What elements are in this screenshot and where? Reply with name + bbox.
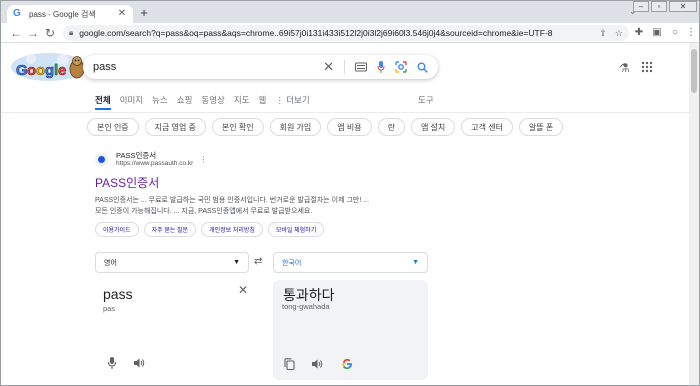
tab-shopping[interactable]: 쇼핑 <box>177 94 193 106</box>
browser-window: G pass - Google 검색 ✕ + ⌄ – ▫ ✕ ← → ↻ 🔒︎ … <box>0 0 700 386</box>
translation-result-panel: 통과하다 tong-gwahada <box>273 280 428 380</box>
chip-ran[interactable]: 란 <box>377 118 405 136</box>
result-site-header[interactable]: PASS인증서 https://www.passauth.co.kr ⋮ <box>95 151 435 168</box>
clear-source-icon[interactable]: ✕ <box>238 284 248 296</box>
back-arrow-icon[interactable]: ← <box>9 26 23 40</box>
chip-identity-check[interactable]: 본인 확인 <box>211 118 264 136</box>
chip-app-cost[interactable]: 앱 비용 <box>327 118 372 136</box>
google-translate-g-icon[interactable] <box>341 358 353 370</box>
sitelink-mobile-trial[interactable]: 모바일 체험하기 <box>267 222 325 237</box>
google-favicon-icon: G <box>13 8 21 19</box>
source-language-dropdown-icon: ▼ <box>233 259 240 266</box>
google-doodle-logo[interactable]: G o o g l e <box>9 51 89 83</box>
result-site-url: https://www.passauth.co.kr <box>116 160 194 167</box>
address-url[interactable]: google.com/search?q=pass&oq=pass&aqs=chr… <box>79 28 591 38</box>
header-divider <box>1 112 689 113</box>
sitelink-privacy-policy[interactable]: 개인정보 처리방침 <box>201 222 263 237</box>
lens-camera-icon[interactable] <box>395 61 407 73</box>
tab-title: pass - Google 검색 <box>29 9 96 19</box>
profile-icon[interactable]: ○ <box>669 27 681 39</box>
source-text-panel[interactable]: pass pas ✕ <box>95 280 260 380</box>
tab-images[interactable]: 이미지 <box>120 94 143 106</box>
result-site-name: PASS인증서 <box>116 151 157 160</box>
forward-arrow-icon[interactable]: → <box>26 26 40 40</box>
chip-identity-verification[interactable]: 본인 인증 <box>87 118 139 136</box>
tab-all[interactable]: 전체 <box>95 94 111 110</box>
svg-text:o: o <box>27 62 36 79</box>
source-language-label: 영어 <box>104 259 117 267</box>
address-bar[interactable]: 🔒︎ google.com/search?q=pass&oq=pass&aqs=… <box>63 25 629 41</box>
tab-more[interactable]: ⋮ 더보기 <box>275 94 309 106</box>
chip-sign-up[interactable]: 회원 가입 <box>269 118 322 136</box>
listen-source-speaker-icon[interactable] <box>133 357 145 369</box>
sitelink-usage-guide[interactable]: 이용가이드 <box>95 222 139 237</box>
result-title-link[interactable]: PASS인증서 <box>95 174 435 191</box>
new-tab-button[interactable]: + <box>137 6 151 20</box>
chip-open-now[interactable]: 지금 영업 중 <box>144 118 206 136</box>
site-favicon-icon <box>95 153 108 166</box>
search-labs-flask-icon[interactable]: ⚗ <box>619 61 630 75</box>
lock-icon[interactable]: 🔒︎ <box>69 28 73 38</box>
share-icon[interactable]: ⇪ <box>599 28 607 39</box>
svg-text:g: g <box>45 62 54 79</box>
swap-languages-icon[interactable]: ⇄ <box>254 257 262 267</box>
svg-text:G: G <box>16 62 28 79</box>
chip-budget-phone[interactable]: 알뜰 폰 <box>518 118 564 136</box>
tab-videos[interactable]: 동영상 <box>201 94 224 106</box>
microphone-icon[interactable] <box>107 357 117 369</box>
extensions-icon[interactable]: ✚ <box>633 27 645 39</box>
tab-maps[interactable]: 지도 <box>234 94 250 106</box>
google-apps-grid-icon[interactable] <box>641 61 653 73</box>
source-text[interactable]: pass <box>103 286 133 302</box>
source-pronunciation: pas <box>103 304 116 313</box>
result-more-options-icon[interactable]: ⋮ <box>199 155 207 164</box>
svg-text:o: o <box>36 62 45 79</box>
close-window-button[interactable]: ✕ <box>669 1 697 12</box>
search-icon[interactable] <box>417 62 428 73</box>
sitelink-faq[interactable]: 자주 묻는 질문 <box>143 222 197 237</box>
tools-button[interactable]: 도구 <box>418 94 434 106</box>
result-snippet-line-1: PASS인증서는 ... 무료로 발급하는 국민 범용 인증서입니다. 번거로운… <box>95 197 370 204</box>
source-language-select[interactable]: 영어 ▼ <box>95 252 249 273</box>
target-language-select[interactable]: 한국어 ▼ <box>273 252 428 273</box>
search-query[interactable]: pass <box>93 61 313 73</box>
close-tab-icon[interactable]: ✕ <box>117 9 127 19</box>
reload-icon[interactable]: ↻ <box>43 26 57 40</box>
translated-romanization: tong-gwahada <box>282 302 330 311</box>
browser-toolbar: ← → ↻ 🔒︎ google.com/search?q=pass&oq=pas… <box>1 23 699 43</box>
page-scrollbar[interactable] <box>689 43 699 385</box>
keyboard-icon[interactable] <box>355 62 367 72</box>
target-language-dropdown-icon: ▼ <box>412 259 419 266</box>
maximize-button[interactable]: ▫ <box>651 1 667 12</box>
svg-text:e: e <box>58 62 66 79</box>
tab-strip: G pass - Google 검색 ✕ + ⌄ – ▫ ✕ <box>1 1 699 23</box>
search-result: PASS인증서 https://www.passauth.co.kr ⋮ PAS… <box>95 151 435 237</box>
result-snippet-line-2: 모든 인증이 가능해집니다. ... 지금, PASS인증앱에서 무료로 발급받… <box>95 208 313 215</box>
browser-menu-icon[interactable]: ⋮ <box>685 27 697 39</box>
refinement-chips: 본인 인증 지금 영업 중 본인 확인 회원 가입 앱 비용 란 앱 설치 고객… <box>87 118 569 136</box>
bookmark-star-icon[interactable]: ☆ <box>615 28 623 39</box>
target-language-label: 한국어 <box>282 259 302 267</box>
result-sitelinks: 이용가이드 자주 묻는 질문 개인정보 처리방침 모바일 체험하기 <box>95 222 435 237</box>
chip-customer-center[interactable]: 고객 센터 <box>461 118 513 136</box>
search-tabs: 전체 이미지 뉴스 쇼핑 동영상 지도 웹 ⋮ 더보기 <box>95 94 319 110</box>
browser-tab[interactable]: G pass - Google 검색 ✕ <box>7 5 133 23</box>
side-panel-icon[interactable]: ▣ <box>651 27 663 39</box>
search-input[interactable]: pass ✕ <box>83 55 438 79</box>
chip-app-install[interactable]: 앱 설치 <box>410 118 456 136</box>
clear-search-icon[interactable]: ✕ <box>323 60 334 73</box>
tab-news[interactable]: 뉴스 <box>152 94 168 106</box>
search-divider <box>344 60 345 74</box>
tab-web[interactable]: 웹 <box>259 94 267 106</box>
scrollbar-thumb[interactable] <box>691 49 697 93</box>
listen-translation-speaker-icon[interactable] <box>311 358 323 370</box>
minimize-button[interactable]: – <box>633 1 649 12</box>
copy-icon[interactable] <box>284 358 295 370</box>
voice-search-mic-icon[interactable] <box>377 61 385 73</box>
